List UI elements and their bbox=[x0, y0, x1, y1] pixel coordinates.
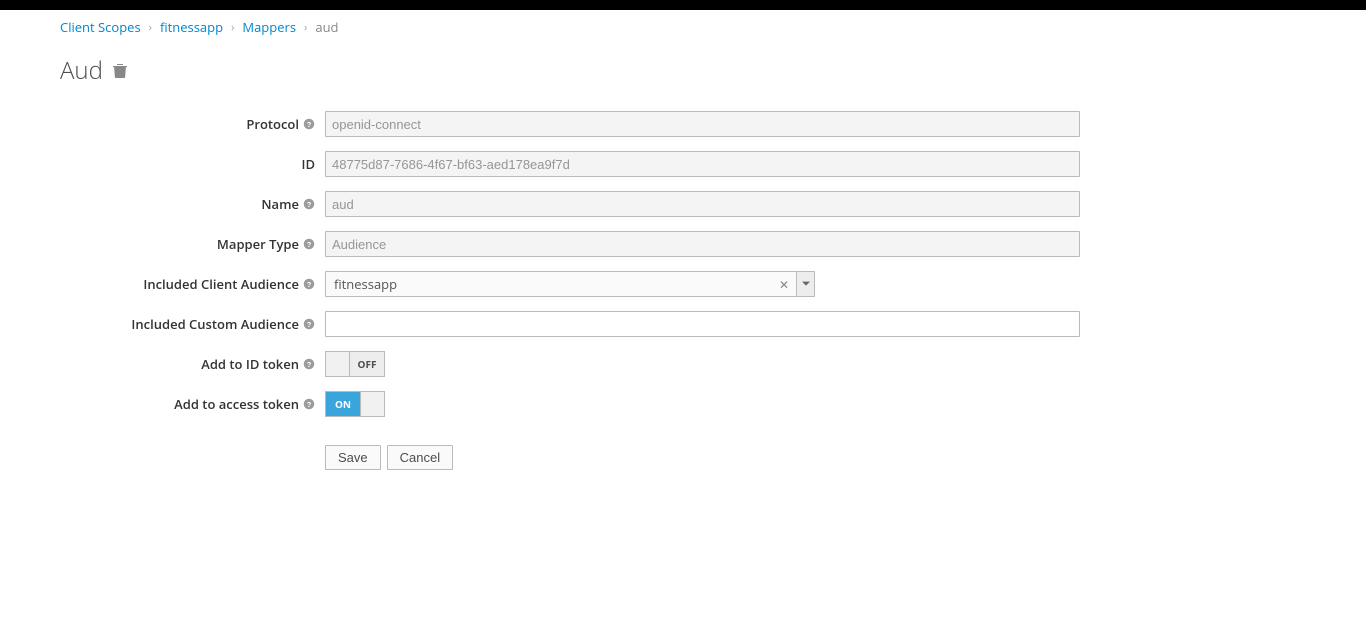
protocol-input bbox=[325, 111, 1080, 137]
add-to-access-token-toggle[interactable]: ON bbox=[325, 391, 385, 417]
select-value: fitnessapp bbox=[326, 272, 772, 296]
breadcrumb-current: aud bbox=[315, 18, 338, 36]
svg-text:?: ? bbox=[307, 120, 312, 129]
name-input bbox=[325, 191, 1080, 217]
toggle-label-off: OFF bbox=[350, 352, 384, 376]
label-protocol: Protocol bbox=[246, 115, 299, 133]
toggle-handle bbox=[326, 352, 350, 376]
label-mapper-type: Mapper Type bbox=[217, 235, 299, 253]
page-title-row: Aud bbox=[60, 54, 1306, 87]
breadcrumb: Client Scopes › fitnessapp › Mappers › a… bbox=[60, 18, 1306, 36]
svg-text:?: ? bbox=[307, 400, 312, 409]
chevron-down-icon[interactable] bbox=[796, 272, 814, 296]
help-icon[interactable]: ? bbox=[303, 238, 315, 250]
breadcrumb-mappers[interactable]: Mappers bbox=[242, 18, 296, 36]
add-to-id-token-toggle[interactable]: OFF bbox=[325, 351, 385, 377]
svg-text:?: ? bbox=[307, 320, 312, 329]
help-icon[interactable]: ? bbox=[303, 358, 315, 370]
help-icon[interactable]: ? bbox=[303, 278, 315, 290]
help-icon[interactable]: ? bbox=[303, 398, 315, 410]
save-button[interactable]: Save bbox=[325, 445, 381, 470]
label-included-custom-audience: Included Custom Audience bbox=[131, 315, 299, 333]
svg-text:?: ? bbox=[307, 200, 312, 209]
label-add-to-id-token: Add to ID token bbox=[201, 355, 299, 373]
label-add-to-access-token: Add to access token bbox=[174, 395, 299, 413]
label-id: ID bbox=[302, 155, 316, 173]
id-input bbox=[325, 151, 1080, 177]
svg-text:?: ? bbox=[307, 360, 312, 369]
top-bar bbox=[0, 0, 1366, 10]
cancel-button[interactable]: Cancel bbox=[387, 445, 453, 470]
help-icon[interactable]: ? bbox=[303, 118, 315, 130]
mapper-type-input bbox=[325, 231, 1080, 257]
page-title: Aud bbox=[60, 54, 103, 87]
label-included-client-audience: Included Client Audience bbox=[143, 275, 299, 293]
svg-text:?: ? bbox=[307, 280, 312, 289]
help-icon[interactable]: ? bbox=[303, 318, 315, 330]
chevron-right-icon: › bbox=[149, 20, 152, 35]
breadcrumb-client-scopes[interactable]: Client Scopes bbox=[60, 18, 141, 36]
clear-icon[interactable]: ✕ bbox=[772, 272, 796, 296]
toggle-handle bbox=[360, 392, 384, 416]
help-icon[interactable]: ? bbox=[303, 198, 315, 210]
chevron-right-icon: › bbox=[231, 20, 234, 35]
chevron-right-icon: › bbox=[304, 20, 307, 35]
toggle-label-on: ON bbox=[326, 392, 360, 416]
trash-icon[interactable] bbox=[113, 63, 127, 79]
included-client-audience-select[interactable]: fitnessapp ✕ bbox=[325, 271, 815, 297]
label-name: Name bbox=[261, 195, 299, 213]
breadcrumb-client-scope-name[interactable]: fitnessapp bbox=[160, 18, 223, 36]
svg-text:?: ? bbox=[307, 240, 312, 249]
included-custom-audience-input[interactable] bbox=[325, 311, 1080, 337]
